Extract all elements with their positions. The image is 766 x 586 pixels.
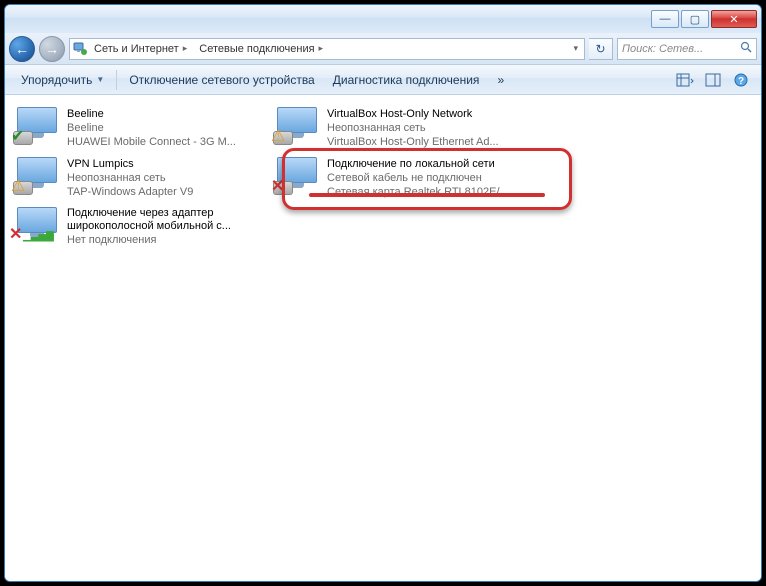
- refresh-button[interactable]: ↻: [589, 38, 613, 60]
- connection-name: Beeline: [67, 107, 236, 121]
- status-connected-icon: ✔: [11, 129, 29, 147]
- connection-status: Нет подключения: [67, 233, 265, 247]
- help-icon[interactable]: ?: [729, 70, 753, 90]
- close-button[interactable]: ✕: [711, 10, 757, 28]
- connection-name: Подключение через адаптер широкополосной…: [67, 207, 265, 233]
- connection-item-highlighted[interactable]: ✕ Подключение по локальной сети Сетевой …: [269, 153, 529, 203]
- connection-item[interactable]: ✕ ▁▃▅▇ Подключение через адаптер широкоп…: [9, 203, 269, 251]
- preview-pane-icon[interactable]: [701, 70, 725, 90]
- connection-device: TAP-Windows Adapter V9: [67, 185, 193, 199]
- command-bar: Упорядочить▼ Отключение сетевого устройс…: [5, 65, 761, 95]
- connection-status: Сетевой кабель не подключен: [327, 171, 509, 185]
- toolbar-overflow[interactable]: »: [489, 69, 512, 91]
- search-icon: [740, 41, 752, 56]
- connection-status: Beeline: [67, 121, 236, 135]
- view-menu-icon[interactable]: [673, 70, 697, 90]
- connection-icon: ✕: [273, 157, 321, 195]
- breadcrumb-item[interactable]: Сеть и Интернет▸: [88, 39, 193, 59]
- search-placeholder: Поиск: Сетев...: [622, 43, 703, 55]
- address-dropdown-icon[interactable]: ▾: [569, 43, 582, 54]
- connection-device: Сетевая карта Realtek RTL8102E/...: [327, 185, 509, 199]
- diagnose-connection-button[interactable]: Диагностика подключения: [325, 69, 488, 91]
- search-input[interactable]: Поиск: Сетев...: [617, 38, 757, 60]
- title-bar[interactable]: — ▢ ✕: [5, 5, 761, 33]
- address-bar[interactable]: Сеть и Интернет▸ Сетевые подключения▸ ▾: [69, 38, 585, 60]
- organize-menu[interactable]: Упорядочить▼: [13, 69, 112, 91]
- connection-device: VirtualBox Host-Only Ethernet Ad...: [327, 135, 499, 149]
- status-unidentified-icon: ⚠: [11, 179, 29, 197]
- status-unidentified-icon: ⚠: [271, 129, 289, 147]
- svg-text:?: ?: [738, 76, 744, 87]
- minimize-button[interactable]: —: [651, 10, 679, 28]
- network-icon: [72, 41, 88, 57]
- breadcrumb-item[interactable]: Сетевые подключения▸: [193, 39, 329, 59]
- navigation-bar: ← → Сеть и Интернет▸ Сетевые подключения…: [5, 33, 761, 65]
- connections-list: ✔ Beeline Beeline HUAWEI Mobile Connect …: [5, 95, 761, 581]
- connection-name: VirtualBox Host-Only Network: [327, 107, 499, 121]
- connection-name: VPN Lumpics: [67, 157, 193, 171]
- connection-icon: ✕ ▁▃▅▇: [13, 207, 61, 245]
- explorer-window: — ▢ ✕ ← → Сеть и Интернет▸ Сетевые подкл…: [4, 4, 762, 582]
- connection-icon: ✔: [13, 107, 61, 145]
- connection-icon: ⚠: [13, 157, 61, 195]
- signal-bars-icon: ▁▃▅▇: [23, 229, 41, 247]
- status-disconnected-icon: ✕: [271, 179, 289, 197]
- maximize-button[interactable]: ▢: [681, 10, 709, 28]
- disable-device-button[interactable]: Отключение сетевого устройства: [121, 69, 322, 91]
- connection-item[interactable]: ✔ Beeline Beeline HUAWEI Mobile Connect …: [9, 103, 269, 153]
- connection-item[interactable]: ⚠ VirtualBox Host-Only Network Неопознан…: [269, 103, 529, 153]
- connection-icon: ⚠: [273, 107, 321, 145]
- connection-status: Неопознанная сеть: [67, 171, 193, 185]
- connection-item[interactable]: ⚠ VPN Lumpics Неопознанная сеть TAP-Wind…: [9, 153, 269, 203]
- forward-button[interactable]: →: [39, 36, 65, 62]
- connection-device: HUAWEI Mobile Connect - 3G M...: [67, 135, 236, 149]
- connection-name: Подключение по локальной сети: [327, 157, 509, 171]
- back-button[interactable]: ←: [9, 36, 35, 62]
- connection-status: Неопознанная сеть: [327, 121, 499, 135]
